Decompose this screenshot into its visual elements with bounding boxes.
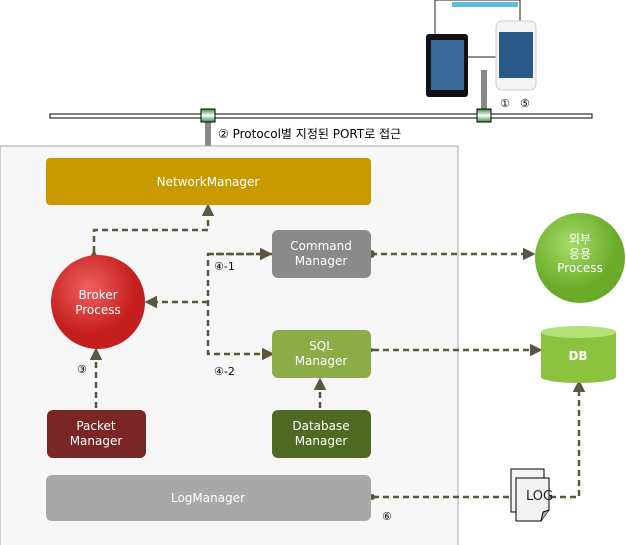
- node-label: Manager: [70, 434, 123, 448]
- node-label: Manager: [295, 434, 348, 448]
- step-3-label: ③: [77, 363, 87, 376]
- step-4-1-label: ④-1: [214, 260, 235, 273]
- node-label: DB: [568, 349, 587, 363]
- node-label: 외부: [569, 232, 591, 246]
- step-6-label: ⑥: [382, 510, 392, 523]
- node-label: Manager: [295, 354, 348, 368]
- node-label: Packet: [76, 419, 116, 433]
- port-connector: [476, 108, 492, 123]
- network-manager-label: NetworkManager: [157, 175, 260, 189]
- log-manager-label: LogManager: [171, 491, 245, 505]
- node-label: SQL: [309, 339, 333, 353]
- step-5-label: ⑤: [520, 97, 530, 110]
- node-label: Database: [292, 419, 349, 433]
- architecture-diagram: ② Protocol별 지정된 PORT로 접근 ① ⑤ NetworkMana…: [0, 0, 626, 545]
- node-label: Broker: [78, 288, 117, 302]
- node-label: Process: [557, 261, 603, 275]
- network-bus: [49, 113, 593, 119]
- log-label: LOG: [526, 489, 553, 504]
- port-connector: [200, 108, 216, 123]
- node-label: 응용: [569, 247, 591, 261]
- step-4-2-label: ④-2: [214, 365, 235, 378]
- protocol-label: ② Protocol별 지정된 PORT로 접근: [218, 127, 401, 141]
- broker-process-node: [51, 255, 145, 349]
- step-1-label: ①: [500, 97, 510, 110]
- node-label: Manager: [295, 254, 348, 268]
- node-label: Process: [75, 303, 121, 317]
- node-label: Command: [290, 239, 352, 253]
